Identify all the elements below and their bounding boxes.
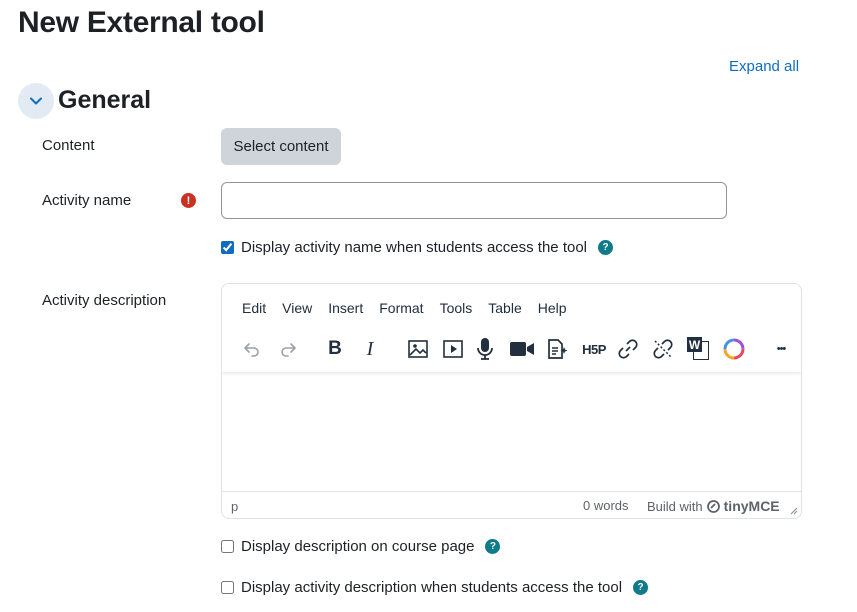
section-title: General	[58, 86, 152, 114]
h5p-button[interactable]: H5P	[578, 334, 610, 364]
undo-icon	[244, 343, 259, 357]
chevron-down-icon	[30, 97, 42, 105]
select-content-button[interactable]: Select content	[221, 128, 341, 165]
display-name-label: Display activity name when students acce…	[241, 239, 588, 256]
word-count[interactable]: 0 words	[583, 498, 629, 513]
display-desc-course-row[interactable]: Display description on course page ?	[221, 538, 501, 555]
expand-all-link[interactable]: Expand all	[729, 58, 799, 75]
editor-content-area[interactable]	[222, 374, 801, 492]
media-button[interactable]	[438, 334, 468, 364]
record-audio-button[interactable]	[470, 334, 500, 364]
more-button[interactable]: •••	[766, 334, 796, 364]
generico-icon	[723, 338, 745, 360]
resize-handle-icon[interactable]	[788, 505, 798, 515]
display-desc-course-label: Display description on course page	[241, 538, 475, 555]
display-desc-students-checkbox[interactable]	[221, 581, 234, 594]
more-icon: •••	[776, 343, 787, 355]
word-import-icon: W	[687, 337, 711, 361]
menu-insert[interactable]: Insert	[320, 300, 371, 316]
build-with-label: Build with	[647, 498, 703, 514]
help-icon[interactable]: ?	[485, 539, 501, 554]
page-title: New External tool	[18, 6, 265, 39]
link-button[interactable]	[613, 334, 643, 364]
manage-files-button[interactable]	[542, 334, 572, 364]
image-button[interactable]	[403, 334, 433, 364]
record-audio-icon	[477, 338, 493, 360]
undo-button[interactable]	[237, 334, 267, 364]
required-icon: !	[181, 193, 196, 208]
help-icon[interactable]: ?	[598, 240, 614, 255]
redo-button[interactable]	[273, 334, 303, 364]
menu-edit[interactable]: Edit	[234, 300, 274, 316]
activity-description-label: Activity description	[42, 292, 167, 309]
word-import-button[interactable]: W	[684, 334, 714, 364]
tinymce-logo-icon	[706, 499, 720, 513]
h5p-icon: H5P	[582, 341, 606, 357]
display-desc-course-checkbox[interactable]	[221, 540, 234, 553]
editor-statusbar: p 0 words Build with tinyMCE	[222, 491, 801, 518]
content-label: Content	[42, 137, 95, 154]
unlink-button[interactable]	[648, 334, 678, 364]
help-icon[interactable]: ?	[633, 580, 649, 595]
activity-name-input[interactable]	[221, 182, 727, 219]
display-name-row[interactable]: Display activity name when students acce…	[221, 239, 614, 256]
tinymce-branding[interactable]: Build with tinyMCE	[647, 498, 780, 514]
bold-button[interactable]: B	[320, 334, 350, 364]
menu-view[interactable]: View	[274, 300, 320, 316]
unlink-icon	[653, 339, 673, 359]
bold-icon: B	[328, 338, 342, 359]
image-icon	[408, 340, 428, 358]
media-icon	[443, 340, 463, 358]
manage-files-icon	[548, 339, 568, 359]
menu-format[interactable]: Format	[371, 300, 431, 316]
italic-icon: I	[366, 337, 374, 360]
editor-menubar: Edit View Insert Format Tools Table Help	[234, 300, 575, 316]
record-video-icon	[510, 342, 534, 356]
redo-icon	[281, 343, 296, 357]
italic-button[interactable]: I	[355, 334, 385, 364]
description-editor: Edit View Insert Format Tools Table Help…	[221, 283, 802, 519]
generico-button[interactable]	[719, 334, 749, 364]
display-desc-students-row[interactable]: Display activity description when studen…	[221, 579, 649, 596]
display-name-checkbox[interactable]	[221, 241, 234, 254]
element-path[interactable]: p	[231, 499, 238, 514]
record-video-button[interactable]	[507, 334, 537, 364]
menu-help[interactable]: Help	[530, 300, 575, 316]
editor-toolbar: B I H5P W •••	[222, 328, 801, 372]
display-desc-students-label: Display activity description when studen…	[241, 579, 623, 596]
tinymce-brand-name: tinyMCE	[723, 498, 780, 514]
section-collapse-toggle[interactable]	[18, 83, 54, 119]
menu-tools[interactable]: Tools	[432, 300, 481, 316]
activity-name-label: Activity name	[42, 192, 132, 209]
link-icon	[618, 339, 638, 359]
menu-table[interactable]: Table	[480, 300, 529, 316]
